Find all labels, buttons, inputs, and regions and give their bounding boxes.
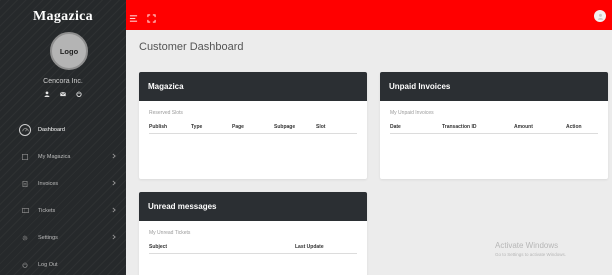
top-bar [126, 0, 612, 30]
grid-icon [20, 153, 30, 160]
sidebar-item-tickets[interactable]: Tickets [0, 197, 126, 224]
sidebar-item-settings[interactable]: Settings [0, 224, 126, 251]
column-header[interactable]: Date [390, 124, 442, 130]
watermark-subtitle: Go to Settings to activate Windows. [495, 252, 567, 257]
gear-icon [20, 235, 30, 241]
chevron-right-icon [111, 153, 117, 159]
user-avatar-icon [597, 13, 603, 20]
power-icon [20, 261, 30, 268]
mail-icon[interactable] [60, 91, 66, 97]
column-header[interactable]: Subject [149, 244, 295, 250]
invoice-icon [20, 180, 30, 187]
sidebar-item-log-out[interactable]: Log Out [0, 251, 126, 275]
sidebar-item-label: Settings [38, 234, 58, 241]
unread-messages-card: Unread messages My Unread Tickets Subjec… [139, 192, 367, 275]
card-subtitle: My Unread Tickets [149, 230, 191, 236]
sidebar-item-label: Invoices [38, 180, 59, 187]
sidebar-item-label: Log Out [38, 261, 58, 268]
company-logo: Logo [50, 32, 88, 70]
column-header[interactable]: Amount [514, 124, 566, 130]
logo-label: Logo [59, 46, 79, 56]
column-header[interactable]: Last Update [295, 244, 324, 250]
card-title: Unpaid Invoices [380, 72, 608, 101]
chevron-right-icon [111, 180, 117, 186]
sidebar-item-label: Dashboard [38, 126, 65, 133]
column-header[interactable]: Subpage [274, 124, 316, 130]
menu-toggle-icon[interactable] [129, 10, 138, 22]
column-header[interactable]: Action [566, 124, 582, 130]
sidebar-item-my-magazica[interactable]: My Magazica [0, 143, 126, 170]
magazica-card: Magazica Reserved Slots Publish Type Pag… [139, 72, 367, 179]
unpaid-invoices-card: Unpaid Invoices My Unpaid Invoices Date … [380, 72, 608, 179]
card-subtitle: Reserved Slots [149, 110, 183, 116]
brand-name: Magazica [33, 9, 93, 24]
chevron-right-icon [111, 207, 117, 213]
sidebar-item-invoices[interactable]: Invoices [0, 170, 126, 197]
watermark-title: Activate Windows [495, 241, 559, 250]
card-subtitle: My Unpaid Invoices [390, 110, 434, 116]
company-name: Cencora Inc. [43, 78, 83, 85]
column-header[interactable]: Transaction ID [442, 124, 514, 130]
card-title: Magazica [139, 72, 367, 101]
windows-activation-watermark: Activate Windows Go to Settings to activ… [495, 241, 566, 257]
table-header: Publish Type Page Subpage Slot [149, 124, 357, 134]
sidebar-item-label: Tickets [38, 207, 56, 214]
card-title: Unread messages [139, 192, 367, 221]
sidebar-item-dashboard[interactable]: Dashboard [0, 116, 126, 143]
column-header[interactable]: Slot [316, 124, 325, 130]
column-header[interactable]: Publish [149, 124, 191, 130]
table-header: Date Transaction ID Amount Action [390, 124, 598, 134]
chevron-right-icon [111, 234, 117, 240]
power-icon[interactable] [76, 91, 82, 97]
sidebar-nav: Dashboard My Magazica Invoices Tickets S… [0, 116, 126, 275]
user-menu-button[interactable] [594, 10, 606, 22]
fullscreen-icon[interactable] [147, 10, 156, 23]
column-header[interactable]: Type [191, 124, 232, 130]
sidebar: Magazica Logo Cencora Inc. Dashboard My … [0, 0, 126, 275]
ticket-icon [20, 208, 30, 214]
column-header[interactable]: Page [232, 124, 274, 130]
page-title: Customer Dashboard [139, 41, 244, 53]
user-actions [0, 91, 126, 97]
table-header: Subject Last Update [149, 244, 357, 254]
sidebar-item-label: My Magazica [38, 153, 71, 160]
dashboard-icon [19, 123, 31, 136]
user-icon[interactable] [44, 91, 50, 97]
